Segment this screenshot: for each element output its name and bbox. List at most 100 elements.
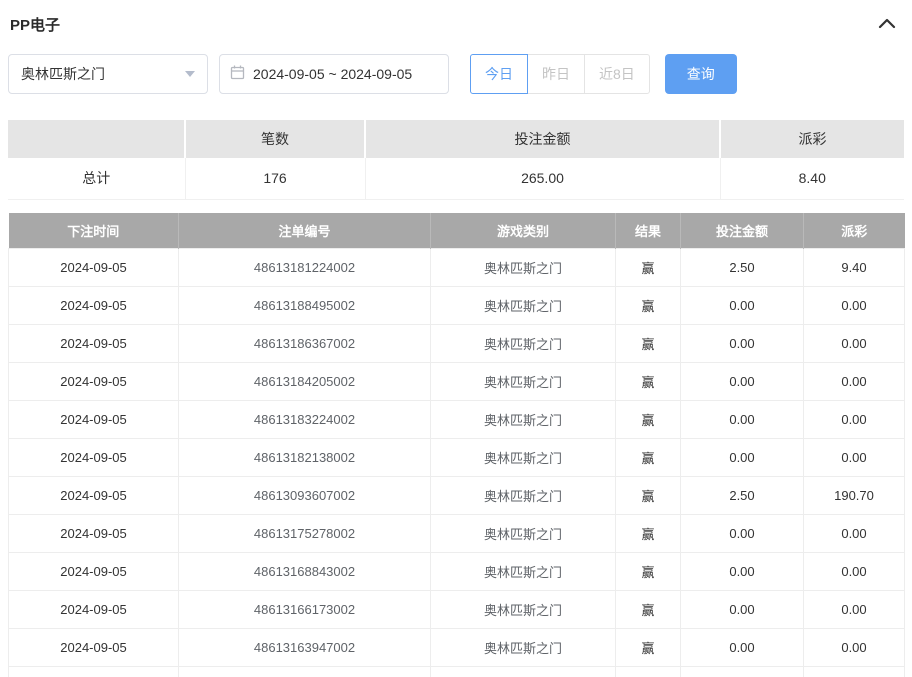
cell-order-id: 48613168843002 bbox=[179, 553, 431, 591]
cell-order-id: 48613175278002 bbox=[179, 515, 431, 553]
cell-game-type: 奥林匹斯之门 bbox=[431, 629, 616, 667]
detail-header-row: 下注时间 注单编号 游戏类别 结果 投注金额 派彩 bbox=[9, 213, 905, 249]
cell-payout: 9.40 bbox=[804, 249, 905, 287]
summary-table: 笔数 投注金额 派彩 总计 176 265.00 8.40 bbox=[8, 120, 904, 200]
cell-bet-time: 2024-09-05 bbox=[9, 515, 179, 553]
table-row: 2024-09-05 48613093607002 奥林匹斯之门 赢 2.50 … bbox=[9, 477, 905, 515]
table-row-partial bbox=[9, 667, 905, 677]
cell-result: 赢 bbox=[616, 629, 681, 667]
summary-count-value: 176 bbox=[185, 158, 365, 199]
cell-game-type: 奥林匹斯之门 bbox=[431, 439, 616, 477]
cell-bet-amount: 0.00 bbox=[681, 325, 804, 363]
chevron-down-icon bbox=[185, 71, 195, 77]
cell-game-type: 奥林匹斯之门 bbox=[431, 249, 616, 287]
table-row: 2024-09-05 48613188495002 奥林匹斯之门 赢 0.00 … bbox=[9, 287, 905, 325]
cell-bet-time: 2024-09-05 bbox=[9, 591, 179, 629]
column-header-order-id: 注单编号 bbox=[179, 213, 431, 249]
table-row: 2024-09-05 48613168843002 奥林匹斯之门 赢 0.00 … bbox=[9, 553, 905, 591]
summary-header-row: 笔数 投注金额 派彩 bbox=[8, 120, 904, 158]
cell-game-type: 奥林匹斯之门 bbox=[431, 477, 616, 515]
cell-bet-amount: 0.00 bbox=[681, 439, 804, 477]
cell-payout: 0.00 bbox=[804, 325, 905, 363]
cell-bet-time: 2024-09-05 bbox=[9, 401, 179, 439]
cell-game-type: 奥林匹斯之门 bbox=[431, 553, 616, 591]
cell-order-id: 48613163947002 bbox=[179, 629, 431, 667]
search-button[interactable]: 查询 bbox=[665, 54, 737, 94]
cell-payout: 0.00 bbox=[804, 629, 905, 667]
cell-game-type: 奥林匹斯之门 bbox=[431, 287, 616, 325]
cell-bet-time: 2024-09-05 bbox=[9, 553, 179, 591]
bet-records-table: 下注时间 注单编号 游戏类别 结果 投注金额 派彩 2024-09-05 486… bbox=[8, 213, 905, 677]
cell-bet-amount: 0.00 bbox=[681, 591, 804, 629]
summary-header-blank bbox=[8, 120, 185, 158]
cell-order-id: 48613181224002 bbox=[179, 249, 431, 287]
game-select-value: 奥林匹斯之门 bbox=[21, 64, 105, 84]
table-row: 2024-09-05 48613183224002 奥林匹斯之门 赢 0.00 … bbox=[9, 401, 905, 439]
cell-result: 赢 bbox=[616, 477, 681, 515]
cell-bet-amount: 0.00 bbox=[681, 515, 804, 553]
date-range-value: 2024-09-05 ~ 2024-09-05 bbox=[253, 66, 412, 82]
cell-payout: 0.00 bbox=[804, 553, 905, 591]
cell-bet-amount: 0.00 bbox=[681, 553, 804, 591]
cell-payout: 0.00 bbox=[804, 439, 905, 477]
cell-result: 赢 bbox=[616, 249, 681, 287]
cell-payout: 0.00 bbox=[804, 287, 905, 325]
panel-header: PP电子 bbox=[8, 0, 904, 34]
cell-result: 赢 bbox=[616, 515, 681, 553]
cell-game-type: 奥林匹斯之门 bbox=[431, 515, 616, 553]
cell-bet-amount: 0.00 bbox=[681, 363, 804, 401]
cell-bet-amount: 0.00 bbox=[681, 287, 804, 325]
cell-bet-amount: 0.00 bbox=[681, 401, 804, 439]
quick-date-button-group: 今日 昨日 近8日 bbox=[470, 54, 650, 94]
column-header-payout: 派彩 bbox=[804, 213, 905, 249]
date-range-input[interactable]: 2024-09-05 ~ 2024-09-05 bbox=[219, 54, 449, 94]
game-select[interactable]: 奥林匹斯之门 bbox=[8, 54, 208, 94]
cell-game-type: 奥林匹斯之门 bbox=[431, 325, 616, 363]
cell-result: 赢 bbox=[616, 401, 681, 439]
cell-bet-time: 2024-09-05 bbox=[9, 287, 179, 325]
summary-payout-value: 8.40 bbox=[720, 158, 904, 199]
summary-total-label: 总计 bbox=[8, 158, 185, 199]
cell-payout: 0.00 bbox=[804, 401, 905, 439]
today-button[interactable]: 今日 bbox=[470, 54, 528, 94]
table-row: 2024-09-05 48613166173002 奥林匹斯之门 赢 0.00 … bbox=[9, 591, 905, 629]
cell-payout: 0.00 bbox=[804, 591, 905, 629]
detail-table-partial bbox=[9, 667, 905, 677]
cell-result: 赢 bbox=[616, 439, 681, 477]
summary-header-payout: 派彩 bbox=[720, 120, 904, 158]
summary-total-row: 总计 176 265.00 8.40 bbox=[8, 158, 904, 199]
summary-header-bet-amount: 投注金额 bbox=[365, 120, 720, 158]
cell-bet-amount: 0.00 bbox=[681, 629, 804, 667]
column-header-bet-amount: 投注金额 bbox=[681, 213, 804, 249]
cell-order-id: 48613182138002 bbox=[179, 439, 431, 477]
filter-bar: 奥林匹斯之门 2024-09-05 ~ 2024-09-05 今日 昨日 近8日… bbox=[8, 54, 904, 94]
table-row: 2024-09-05 48613186367002 奥林匹斯之门 赢 0.00 … bbox=[9, 325, 905, 363]
summary-bet-amount-value: 265.00 bbox=[365, 158, 720, 199]
cell-game-type: 奥林匹斯之门 bbox=[431, 401, 616, 439]
yesterday-button[interactable]: 昨日 bbox=[527, 54, 585, 94]
cell-order-id: 48613183224002 bbox=[179, 401, 431, 439]
cell-bet-amount: 2.50 bbox=[681, 477, 804, 515]
cell-bet-time: 2024-09-05 bbox=[9, 477, 179, 515]
cell-result: 赢 bbox=[616, 287, 681, 325]
cell-order-id: 48613166173002 bbox=[179, 591, 431, 629]
cell-bet-time: 2024-09-05 bbox=[9, 439, 179, 477]
table-row: 2024-09-05 48613163947002 奥林匹斯之门 赢 0.00 … bbox=[9, 629, 905, 667]
cell-bet-time: 2024-09-05 bbox=[9, 629, 179, 667]
pp-electronic-panel: PP电子 奥林匹斯之门 2024-09-05 ~ 2024-09-05 bbox=[0, 0, 912, 677]
table-row: 2024-09-05 48613184205002 奥林匹斯之门 赢 0.00 … bbox=[9, 363, 905, 401]
last-8-days-button[interactable]: 近8日 bbox=[584, 54, 650, 94]
cell-bet-time: 2024-09-05 bbox=[9, 363, 179, 401]
cell-payout: 190.70 bbox=[804, 477, 905, 515]
summary-header-count: 笔数 bbox=[185, 120, 365, 158]
cell-order-id: 48613186367002 bbox=[179, 325, 431, 363]
collapse-button[interactable] bbox=[874, 15, 900, 34]
cell-game-type: 奥林匹斯之门 bbox=[431, 591, 616, 629]
cell-bet-time: 2024-09-05 bbox=[9, 249, 179, 287]
cell-bet-amount: 2.50 bbox=[681, 249, 804, 287]
cell-game-type: 奥林匹斯之门 bbox=[431, 363, 616, 401]
table-row: 2024-09-05 48613175278002 奥林匹斯之门 赢 0.00 … bbox=[9, 515, 905, 553]
cell-payout: 0.00 bbox=[804, 363, 905, 401]
cell-payout: 0.00 bbox=[804, 515, 905, 553]
cell-order-id: 48613184205002 bbox=[179, 363, 431, 401]
